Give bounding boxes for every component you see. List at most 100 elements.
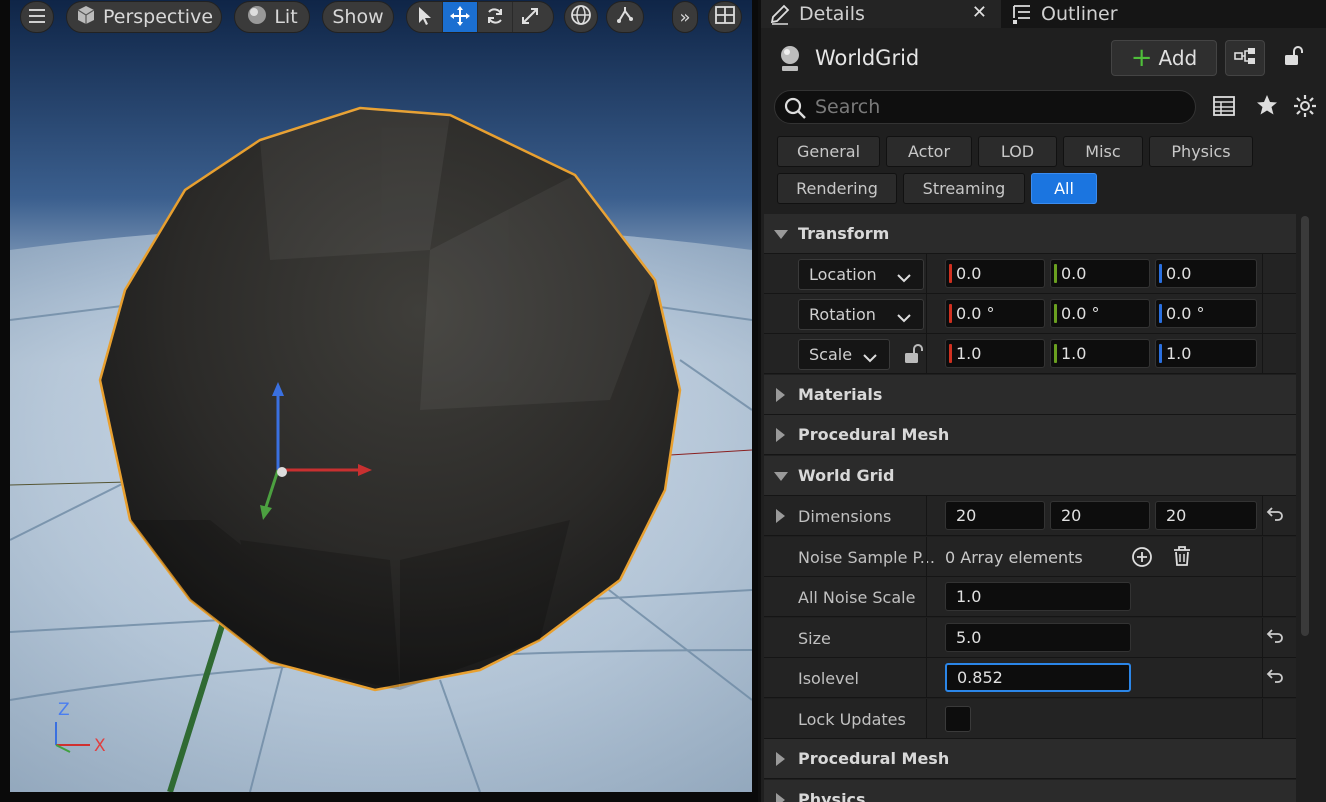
reset-to-default-icon[interactable]	[1266, 668, 1284, 688]
actor-name: WorldGrid	[815, 46, 920, 70]
dimensions-x-field[interactable]: 20	[945, 501, 1045, 530]
scale-tool-button[interactable]	[512, 2, 547, 32]
scale-lock-icon[interactable]	[903, 343, 923, 369]
expand-arrow-icon	[776, 752, 785, 766]
tab-details-label: Details	[799, 3, 865, 25]
filter-streaming[interactable]: Streaming	[903, 173, 1025, 204]
snap-button[interactable]	[606, 1, 644, 33]
settings-gear-icon[interactable]	[1293, 94, 1317, 122]
lock-button[interactable]	[1273, 40, 1313, 76]
category-label: Procedural Mesh	[798, 749, 950, 768]
search-icon	[783, 96, 807, 125]
scale-dropdown[interactable]: Scale	[798, 339, 890, 370]
trash-icon[interactable]	[1172, 545, 1192, 571]
details-scrollbar[interactable]	[1301, 216, 1309, 636]
column-splitter[interactable]	[926, 294, 927, 334]
scale-z-field[interactable]: 1.0	[1155, 339, 1257, 368]
column-splitter[interactable]	[926, 658, 927, 698]
lit-label: Lit	[274, 6, 298, 28]
expand-arrow-icon[interactable]	[776, 509, 785, 523]
column-splitter[interactable]	[926, 577, 927, 617]
snap-icon	[614, 4, 636, 31]
expand-arrow-icon	[776, 388, 785, 402]
scale-x-field[interactable]: 1.0	[945, 339, 1045, 368]
column-splitter-right	[1262, 537, 1263, 577]
dimensions-y-field[interactable]: 20	[1050, 501, 1150, 530]
unlock-icon	[1283, 45, 1303, 71]
filter-rendering-label: Rendering	[796, 179, 878, 198]
viewport-layout-button[interactable]	[708, 1, 742, 33]
reset-to-default-icon[interactable]	[1266, 506, 1284, 526]
move-tool-button[interactable]	[442, 2, 477, 32]
all-noise-scale-field[interactable]: 1.0	[945, 582, 1131, 611]
location-x-value: 0.0	[956, 264, 982, 283]
level-viewport[interactable]: Z X Perspective Lit Show »	[0, 0, 758, 802]
category-world-grid[interactable]: World Grid	[764, 456, 1296, 496]
filter-physics[interactable]: Physics	[1149, 136, 1253, 167]
filter-all[interactable]: All	[1031, 173, 1097, 204]
tab-outliner[interactable]: Outliner	[1003, 0, 1203, 28]
column-splitter-right	[1262, 618, 1263, 658]
toolbar-overflow-button[interactable]: »	[672, 1, 698, 33]
viewport-scene[interactable]: Z X	[10, 0, 752, 792]
column-splitter[interactable]	[926, 537, 927, 577]
column-splitter[interactable]	[926, 334, 927, 374]
category-procedural-mesh[interactable]: Procedural Mesh	[764, 415, 1296, 455]
scale-y-field[interactable]: 1.0	[1050, 339, 1150, 368]
location-dropdown[interactable]: Location	[798, 259, 924, 290]
scale-z-value: 1.0	[1166, 344, 1192, 363]
collapse-arrow-icon	[774, 230, 788, 239]
category-materials[interactable]: Materials	[764, 375, 1296, 415]
select-tool-button[interactable]	[407, 2, 442, 32]
pencil-icon	[769, 3, 791, 25]
globe-icon	[570, 4, 592, 31]
rotate-tool-button[interactable]	[477, 2, 512, 32]
location-y-field[interactable]: 0.0	[1050, 259, 1150, 288]
column-splitter[interactable]	[926, 254, 927, 294]
filter-actor[interactable]: Actor	[886, 136, 972, 167]
filter-rendering[interactable]: Rendering	[777, 173, 897, 204]
reset-to-default-icon[interactable]	[1266, 628, 1284, 648]
column-splitter[interactable]	[926, 496, 927, 536]
category-physics[interactable]: Physics	[764, 780, 1296, 802]
perspective-button[interactable]: Perspective	[66, 1, 222, 33]
category-transform[interactable]: Transform	[764, 214, 1296, 254]
dimensions-z-field[interactable]: 20	[1155, 501, 1257, 530]
category-procedural-mesh-2[interactable]: Procedural Mesh	[764, 739, 1296, 779]
isolevel-field[interactable]: 0.852	[945, 663, 1131, 692]
rotation-z-field[interactable]: 0.0 °	[1155, 299, 1257, 328]
rotation-y-value: 0.0 °	[1061, 304, 1100, 323]
add-element-icon[interactable]	[1131, 546, 1153, 572]
column-splitter[interactable]	[926, 618, 927, 658]
rotation-x-field[interactable]: 0.0 °	[945, 299, 1045, 328]
column-splitter-right	[1262, 658, 1263, 698]
viewport-menu-button[interactable]	[20, 1, 54, 33]
size-row: Size 5.0	[764, 618, 1296, 658]
column-splitter[interactable]	[926, 699, 927, 739]
lit-button[interactable]: Lit	[234, 1, 310, 33]
search-input[interactable]: Search	[774, 90, 1196, 124]
blueprint-button[interactable]	[1225, 40, 1265, 76]
filter-lod[interactable]: LOD	[978, 136, 1057, 167]
location-z-field[interactable]: 0.0	[1155, 259, 1257, 288]
filter-streaming-label: Streaming	[922, 179, 1006, 198]
show-button[interactable]: Show	[322, 1, 394, 33]
layout-grid-icon	[715, 5, 735, 29]
filter-misc[interactable]: Misc	[1063, 136, 1143, 167]
filter-general-label: General	[796, 142, 861, 161]
world-local-button[interactable]	[564, 1, 598, 33]
rotation-y-field[interactable]: 0.0 °	[1050, 299, 1150, 328]
table-view-icon[interactable]	[1213, 95, 1235, 121]
chevron-down-icon	[897, 308, 911, 327]
scale-x-value: 1.0	[956, 344, 982, 363]
lock-updates-checkbox[interactable]	[945, 706, 971, 732]
add-component-button[interactable]: + Add	[1111, 40, 1217, 76]
filter-general[interactable]: General	[777, 136, 880, 167]
rotation-dropdown[interactable]: Rotation	[798, 299, 924, 330]
location-x-field[interactable]: 0.0	[945, 259, 1045, 288]
size-field[interactable]: 5.0	[945, 623, 1131, 652]
scale-row: Scale 1.0 1.0 1.0	[764, 334, 1296, 374]
tab-details[interactable]: Details ✕	[761, 0, 1001, 28]
close-icon[interactable]: ✕	[972, 2, 987, 23]
favorite-star-icon[interactable]	[1256, 94, 1278, 120]
